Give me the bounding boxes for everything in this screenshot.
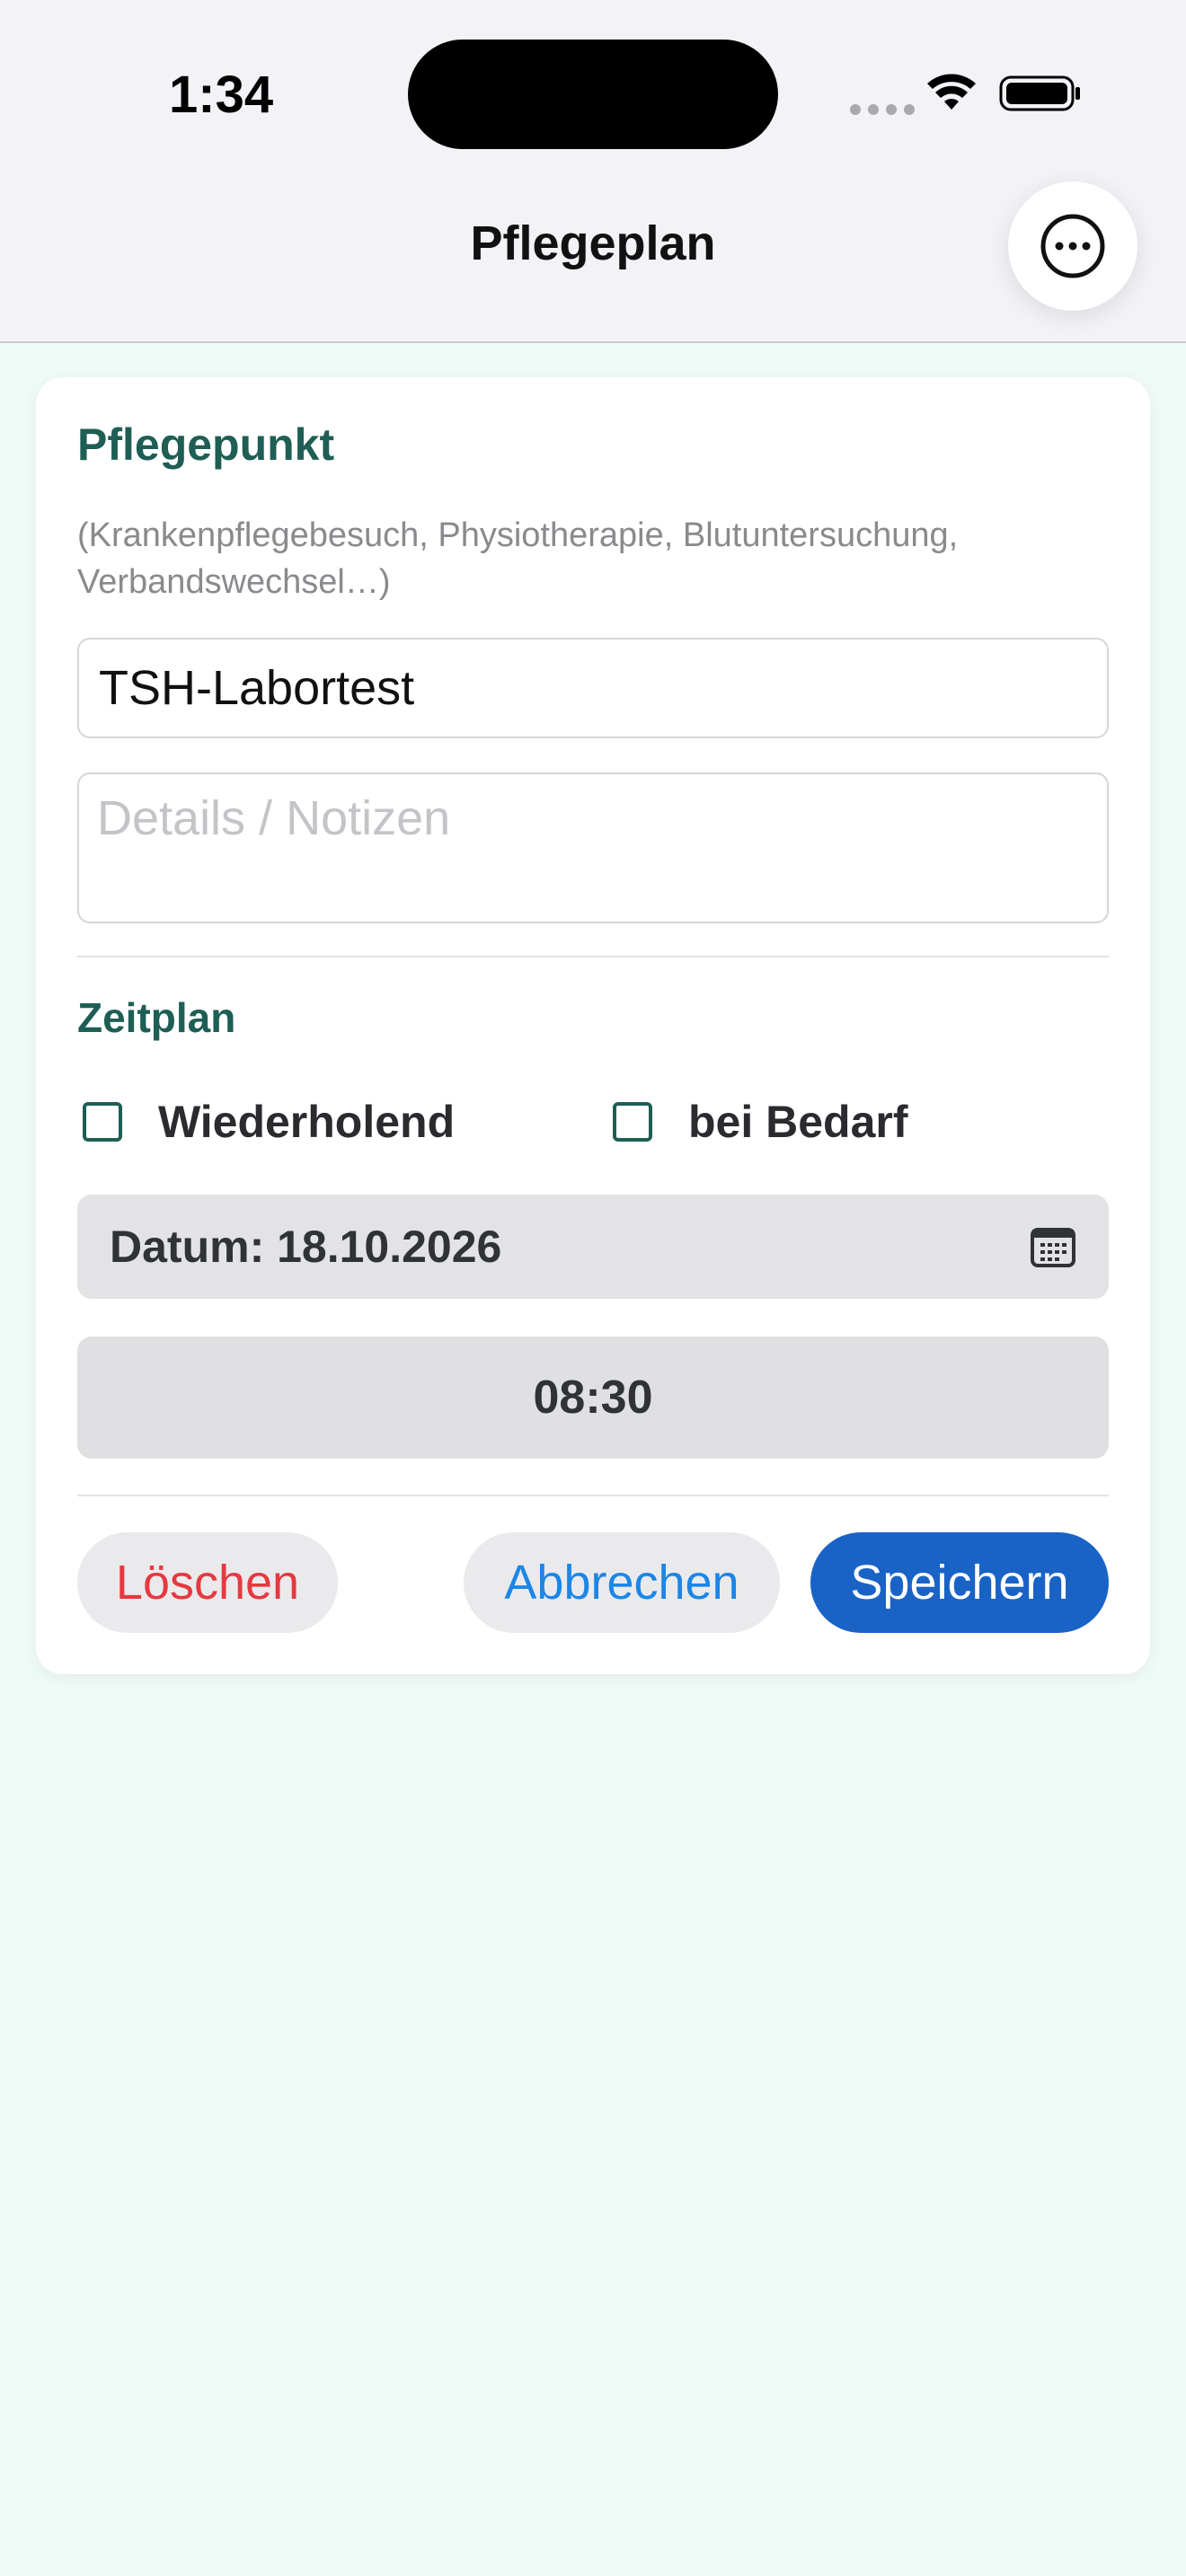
divider <box>77 956 1109 957</box>
date-label: Datum: 18.10.2026 <box>110 1222 502 1272</box>
cellular-signal-icon <box>850 104 915 115</box>
care-item-heading: Pflegepunkt <box>77 419 335 470</box>
care-item-title-input[interactable] <box>77 638 1109 738</box>
dynamic-island <box>408 40 778 149</box>
calendar-icon <box>1031 1228 1075 1267</box>
recurring-checkbox-row[interactable]: Wiederholend <box>83 1096 455 1148</box>
notes-textarea[interactable] <box>77 772 1109 923</box>
battery-icon <box>999 75 1080 111</box>
as-needed-label: bei Bedarf <box>688 1097 908 1147</box>
more-options-button[interactable] <box>1008 181 1137 311</box>
delete-button[interactable]: Löschen <box>77 1532 338 1633</box>
time-picker-button[interactable]: 08:30 <box>77 1337 1109 1459</box>
as-needed-checkbox-row[interactable]: bei Bedarf <box>613 1096 908 1148</box>
status-time: 1:34 <box>169 66 274 124</box>
recurring-label: Wiederholend <box>158 1097 456 1147</box>
date-picker-button[interactable]: Datum: 18.10.2026 <box>77 1195 1109 1299</box>
header: 1:34 Pflegeplan <box>0 0 1186 343</box>
wifi-icon <box>927 74 976 110</box>
care-item-hint: (Krankenpflegebesuch, Physiotherapie, Bl… <box>77 516 959 601</box>
schedule-heading: Zeitplan <box>77 994 236 1041</box>
divider <box>77 1495 1109 1496</box>
care-item-form: Pflegepunkt (Krankenpflegebesuch, Physio… <box>36 377 1150 1674</box>
recurring-checkbox[interactable] <box>83 1102 122 1142</box>
as-needed-checkbox[interactable] <box>613 1102 652 1142</box>
cancel-button[interactable]: Abbrechen <box>464 1532 780 1633</box>
save-button[interactable]: Speichern <box>810 1532 1109 1633</box>
ellipsis-circle-icon <box>1040 214 1105 278</box>
